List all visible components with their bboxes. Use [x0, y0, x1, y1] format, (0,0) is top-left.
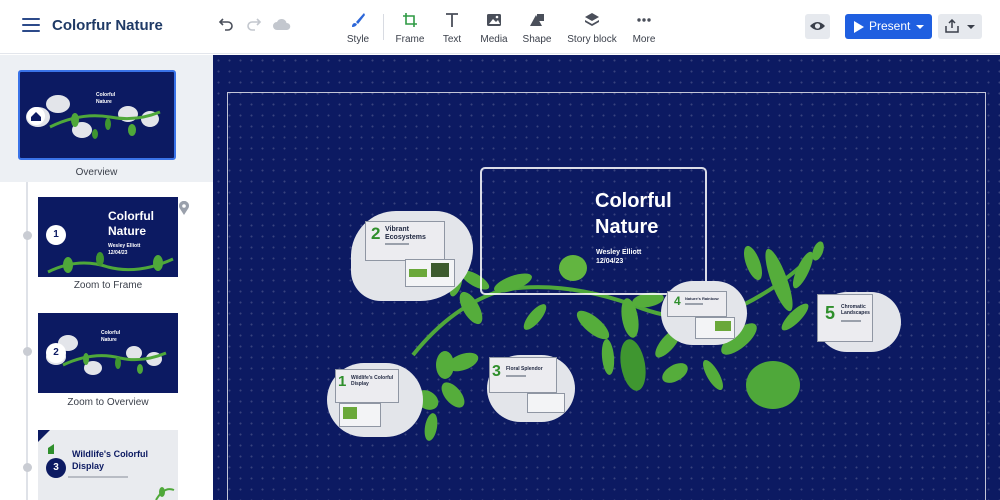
- timeline-dot: [23, 231, 32, 240]
- step-3-title-1: Wildlife's Colorful: [72, 449, 149, 459]
- step-number-badge: 2: [46, 343, 66, 363]
- chevron-down-icon[interactable]: [967, 25, 975, 29]
- topic-subtitle-line: [841, 320, 861, 322]
- topic-subtitle-line: [385, 243, 409, 245]
- share-icon: [945, 19, 959, 33]
- step-1-title-2: Nature: [108, 224, 147, 238]
- topic-number: 5: [825, 303, 836, 323]
- overview-label: Overview: [75, 167, 118, 178]
- sidebar-path-panel: Colorful Nature Overview 1 Colorful Natu…: [0, 55, 213, 500]
- overview-item[interactable]: Colorful Nature Overview: [0, 55, 213, 182]
- topic-4-title-1: Nature's Rainbow: [685, 296, 719, 301]
- brush-icon: [352, 13, 365, 27]
- hamburger-menu-icon[interactable]: [22, 18, 40, 34]
- topic-photo: [431, 263, 449, 277]
- step-number-badge: 1: [46, 225, 66, 245]
- tool-more-label: More: [632, 34, 656, 45]
- cloud-sync-icon: [272, 16, 294, 38]
- topic-2-vibrant-ecosystems[interactable]: 2 Vibrant Ecosystems: [351, 211, 473, 301]
- presentation-date[interactable]: 12/04/23: [596, 258, 623, 265]
- step-1-author: Wesley Elliott: [108, 243, 141, 249]
- undo-icon[interactable]: [217, 16, 239, 38]
- share-export-button[interactable]: [938, 14, 982, 39]
- topic-2-title-2: Ecosystems: [385, 234, 426, 242]
- chevron-down-icon[interactable]: [916, 25, 924, 29]
- topic-photo: [409, 269, 427, 277]
- topic-5-chromatic-landscapes[interactable]: 5 Chromatic Landscapes: [817, 292, 901, 352]
- topic-subtitle-line: [506, 375, 526, 377]
- topic-number: 1: [338, 373, 347, 390]
- frame-icon: [403, 13, 417, 27]
- topic-mini-card: [527, 393, 565, 413]
- step-2-label: Zoom to Overview: [67, 397, 149, 408]
- more-dots-icon: [637, 18, 651, 22]
- topic-number: 3: [492, 363, 501, 380]
- eye-icon: [810, 22, 825, 30]
- tool-style[interactable]: Style: [331, 12, 385, 48]
- redo-icon[interactable]: [245, 16, 267, 38]
- topic-3-title-1: Floral Splendor: [506, 366, 543, 372]
- topic-3-floral-splendor[interactable]: 3 Floral Splendor: [487, 355, 575, 422]
- topic-photo: [343, 407, 357, 419]
- main-title-line-2: Nature: [595, 216, 659, 238]
- step-number-badge: 3: [46, 458, 66, 478]
- tool-story-block-label: Story block: [567, 34, 617, 45]
- overview-thumbnail-art: [26, 95, 161, 139]
- topic-1-wildlifes-colorful-display[interactable]: 1 Wildlife's Colorful Display: [327, 363, 423, 437]
- present-button-label: Present: [869, 19, 911, 33]
- shape-icon: [530, 14, 544, 26]
- author-name[interactable]: Wesley Elliott: [596, 249, 641, 256]
- preview-button[interactable]: [805, 14, 830, 39]
- step-1-thumbnail[interactable]: 1 Colorful Nature Wesley Elliott 12/04/2…: [38, 197, 178, 277]
- path-timeline: [26, 182, 28, 500]
- overview-thumb-title-2: Nature: [96, 99, 112, 105]
- timeline-dot: [23, 347, 32, 356]
- tool-style-label: Style: [346, 34, 370, 45]
- top-toolbar: Colorfur Nature Style Frame Text Media S…: [0, 0, 1000, 54]
- step-3-thumbnail[interactable]: 3 Wildlife's Colorful Display: [38, 430, 178, 500]
- topic-number: 2: [371, 224, 381, 243]
- topic-photo: [715, 321, 731, 331]
- topic-2-title-1: Vibrant: [385, 226, 409, 233]
- main-title-line-1: Colorful: [595, 190, 672, 212]
- overview-thumb-title-1: Colorful: [96, 92, 116, 98]
- step-1-label: Zoom to Frame: [73, 280, 143, 291]
- layers-icon: [585, 13, 599, 26]
- tool-shape-label: Shape: [522, 34, 552, 45]
- present-button[interactable]: Present: [845, 14, 932, 39]
- topic-subtitle-line: [685, 303, 703, 305]
- topic-number: 4: [674, 294, 681, 308]
- step-2-thumbnail[interactable]: 2 Colorful Nature: [38, 313, 178, 393]
- step-2-title-1: Colorful: [101, 330, 121, 336]
- presentation-canvas[interactable]: Colorful Nature Wesley Elliott 12/04/23 …: [213, 55, 1000, 500]
- step-2-title-2: Nature: [101, 337, 117, 343]
- tool-shape[interactable]: Shape: [510, 12, 564, 48]
- tool-more[interactable]: More: [617, 12, 671, 48]
- topic-5-title-2: Landscapes: [841, 309, 870, 316]
- tool-story-block[interactable]: Story block: [559, 12, 625, 48]
- timeline-dot: [23, 463, 32, 472]
- text-icon: [446, 13, 458, 27]
- topic-1-title-2: Display: [351, 380, 369, 387]
- step-1-date: 12/04/23: [108, 250, 128, 256]
- app-window: Colorfur Nature Style Frame Text Media S…: [0, 0, 1000, 500]
- main-title[interactable]: Colorful Nature: [595, 188, 715, 240]
- step-1-title-1: Colorful: [108, 209, 154, 223]
- location-pin-icon[interactable]: [178, 201, 190, 215]
- document-title[interactable]: Colorfur Nature: [52, 17, 163, 34]
- topic-4-natures-rainbow[interactable]: 4 Nature's Rainbow: [661, 281, 747, 345]
- play-icon: [854, 21, 864, 33]
- overview-thumbnail[interactable]: Colorful Nature: [18, 70, 176, 160]
- image-icon: [487, 14, 501, 26]
- step-3-title-2: Display: [72, 461, 105, 471]
